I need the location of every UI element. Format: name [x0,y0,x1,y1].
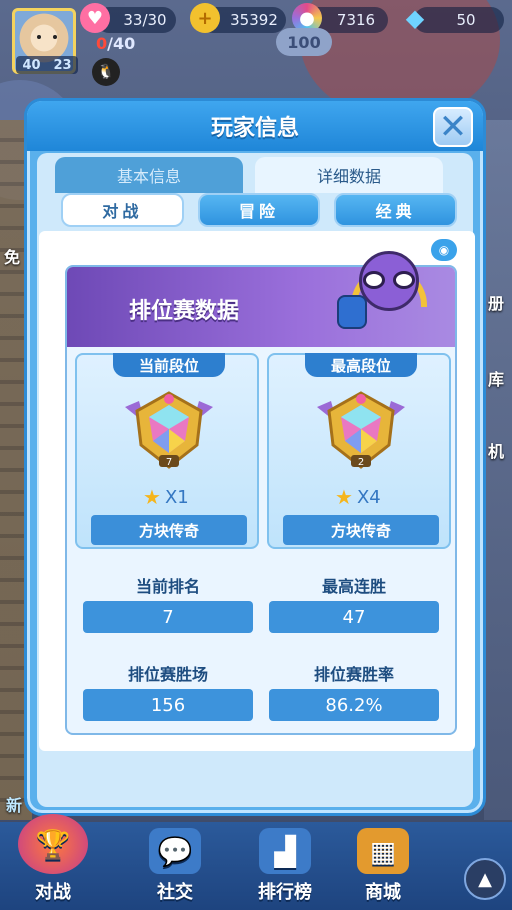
bg-right-wall [484,120,512,820]
stat-value-current-rank: 7 [83,601,253,633]
nav-label: 商城 [365,882,401,903]
main-tabs: 基本信息 详细数据 [55,157,443,193]
mascot-illustration [327,245,437,345]
stat-badge: 100 [276,28,332,56]
stat-label-ranked-wins: 排位赛胜场 [127,665,208,684]
nav-label: 排行榜 [258,882,312,903]
best-rank-stars: ★ X4 [335,485,381,509]
tab-basic-info[interactable]: 基本信息 [55,157,243,193]
chevron-up-icon: ▲ [478,868,492,890]
current-rank-tag: 当前段位 [113,353,225,377]
subtab-label: 冒险 [239,202,280,221]
stat-label-current-rank: 当前排名 [135,577,200,596]
stamina-current: 0 [96,34,108,53]
player-info-dialog: 玩家信息 ✕ 基本信息 详细数据 对战 冒险 经典 ◉ 排位赛数据 当前段位 7… [24,98,486,816]
eye-icon: ◉ [438,243,450,257]
tab-label: 详细数据 [316,167,381,186]
close-button[interactable]: ✕ [433,107,473,147]
diamonds-value: 50 [456,11,476,29]
resource-bar: 40 23 33/30 ♥ 35392 + 7316 ● 50 ◆ 0/40 🐧… [0,0,512,86]
close-icon: ✕ [438,107,468,147]
subtab-classic[interactable]: 经典 [334,193,458,227]
dialog-header: 玩家信息 [27,101,483,151]
bg-side-label: 库 [488,370,505,389]
current-rank-box: 当前段位 7 ★ X1 方块传奇 [75,353,259,549]
detail-panel: ◉ 排位赛数据 当前段位 7 ★ X1 方块传奇 最高段位 2 ★ X4 方块传… [39,231,475,751]
scroll-up-button[interactable]: ▲ [464,858,506,900]
chat-icon: 💬 [149,828,201,874]
diamond-icon: ◆ [405,4,425,32]
subtab-battle[interactable]: 对战 [61,193,184,227]
bg-side-label: 册 [488,294,505,313]
stat-value-win-rate: 86.2% [269,689,439,721]
penguin-icon[interactable]: 🐧 [92,58,120,86]
gems-value: 7316 [336,11,376,29]
bg-side-label: 新 [6,796,23,815]
level-left: 40 [22,57,41,73]
trophy-icon: 🏆 [18,814,88,874]
best-rank-box: 最高段位 2 ★ X4 方块传奇 [267,353,451,549]
best-rank-name: 方块传奇 [283,515,439,545]
heart-icon: ♥ [80,3,110,33]
stamina-counter: 0/40 [96,34,135,53]
bottom-nav: 🏆 对战 💬 社交 ▟ 排行榜 ▦ 商城 ▲ [0,814,512,910]
mascot-glasses [363,271,415,289]
star-icon: ★ [143,485,161,509]
hearts-value: 33/30 [123,11,167,29]
current-rank-stars: ★ X1 [143,485,189,509]
dialog-title: 玩家信息 [210,116,299,141]
tab-detailed-data[interactable]: 详细数据 [255,157,443,193]
podium-icon: ▟ [259,828,311,874]
stamina-max: /40 [107,34,136,53]
stat-value-best-streak: 47 [269,601,439,633]
stat-label-best-streak: 最高连胜 [321,577,386,596]
rank-emblem-icon: 7 [125,391,213,469]
ranked-banner: 排位赛数据 [67,251,455,347]
current-rank-name: 方块传奇 [91,515,247,545]
subtab-adventure[interactable]: 冒险 [197,193,321,227]
nav-leaderboard[interactable]: ▟ 排行榜 [240,828,330,904]
stat-label-win-rate: 排位赛胜率 [313,665,394,684]
gold-value: 35392 [230,11,278,29]
ranked-title: 排位赛数据 [129,299,240,324]
avatar-eyes [37,35,57,39]
stat-value-ranked-wins: 156 [83,689,253,721]
ranked-stats-card: 排位赛数据 当前段位 7 ★ X1 方块传奇 最高段位 2 ★ X4 方块传奇 … [65,251,457,735]
star-icon: ★ [335,485,353,509]
nav-battle[interactable]: 🏆 对战 [8,814,98,904]
emblem-number: 2 [358,457,364,468]
bg-side-label: 免 [4,248,21,267]
subtab-label: 经典 [375,202,416,221]
nav-label: 社交 [157,882,193,903]
star-count: X4 [356,486,381,508]
best-rank-tag: 最高段位 [305,353,417,377]
star-count: X1 [164,486,189,508]
mascot-buddy [337,295,367,329]
nav-social[interactable]: 💬 社交 [130,828,220,904]
rank-emblem-icon: 2 [317,391,405,469]
level-right: 23 [53,57,72,73]
level-pill: 40 23 [16,56,78,74]
bg-side-label: 机 [488,442,505,461]
tab-label: 基本信息 [116,167,181,186]
mode-subtabs: 对战 冒险 经典 [61,193,458,227]
shop-icon: ▦ [357,828,409,874]
emblem-number: 7 [166,457,172,468]
nav-shop[interactable]: ▦ 商城 [338,828,428,904]
coin-plus-icon: + [190,3,220,33]
subtab-label: 对战 [102,202,143,221]
nav-label: 对战 [35,882,71,903]
